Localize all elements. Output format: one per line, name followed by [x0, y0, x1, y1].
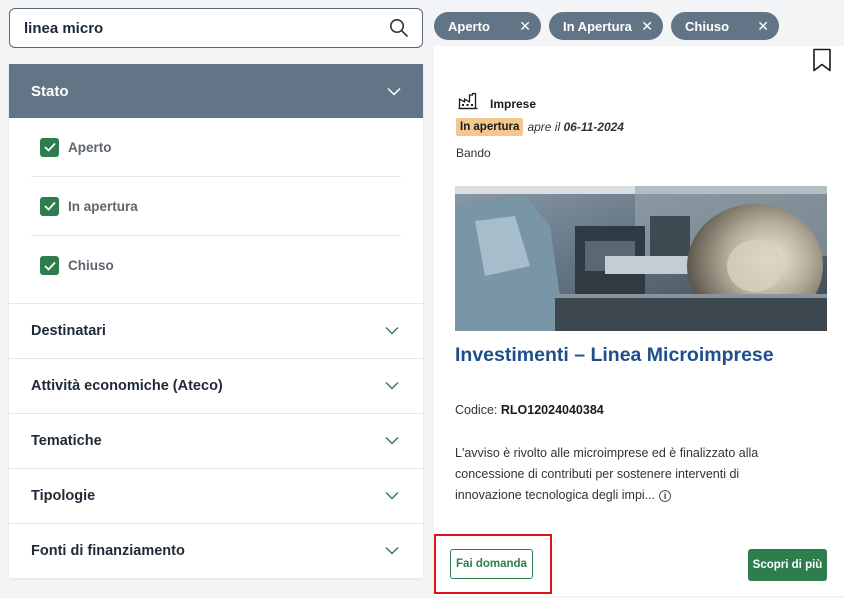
card-category: Imprese [458, 92, 536, 115]
opening-date: apre il 06-11-2024 [527, 120, 624, 134]
chip-label: Aperto [448, 18, 490, 34]
accordion-attivita-economiche[interactable]: Attività economiche (Ateco) [9, 358, 423, 413]
status-badge: In apertura [456, 118, 524, 136]
result-card: Imprese In apertura apre il 06-11-2024 B… [434, 46, 844, 596]
accordion-destinatari[interactable]: Destinatari [9, 303, 423, 358]
opening-date-prefix: apre il [527, 120, 561, 134]
card-code-value: RLO12024040384 [500, 403, 604, 417]
checkbox-checked-icon[interactable] [40, 196, 59, 216]
chevron-down-icon [385, 322, 399, 340]
accordion-stato-label: Stato [31, 82, 69, 100]
opening-date-value: 06-11-2024 [563, 120, 624, 134]
info-icon[interactable]: i [659, 489, 672, 502]
filter-panel: Stato Aperto In apertura Chiuso Destinat… [9, 64, 423, 578]
chevron-down-icon [385, 432, 399, 450]
card-status-line: In apertura apre il 06-11-2024 [456, 118, 624, 136]
stato-option-label: In apertura [68, 198, 138, 214]
chip-chiuso[interactable]: Chiuso ✕ [671, 12, 779, 40]
card-description-text: L'avviso è rivolto alle microimprese ed … [455, 446, 759, 502]
card-type: Bando [456, 146, 491, 160]
stato-option-label: Chiuso [68, 258, 114, 273]
chip-aperto[interactable]: Aperto ✕ [434, 12, 541, 40]
stato-option-chiuso[interactable]: Chiuso [31, 236, 401, 295]
close-icon[interactable]: ✕ [641, 18, 653, 35]
card-description: L'avviso è rivolto alle microimprese ed … [455, 443, 800, 506]
factory-icon [458, 92, 478, 115]
checkbox-checked-icon[interactable] [40, 137, 59, 157]
search-icon[interactable] [386, 15, 412, 41]
chevron-down-icon [385, 542, 399, 560]
card-title[interactable]: Investimenti – Linea Microimprese [455, 344, 774, 367]
close-icon[interactable]: ✕ [757, 18, 769, 35]
accordion-stato-header[interactable]: Stato [9, 64, 423, 118]
accordion-tematiche[interactable]: Tematiche [9, 413, 423, 468]
chevron-up-icon [387, 83, 401, 100]
stato-option-aperto[interactable]: Aperto [31, 118, 401, 177]
card-code: Codice: RLO12024040384 [455, 403, 604, 417]
stato-option-label: Aperto [68, 139, 112, 155]
checkbox-checked-icon[interactable] [40, 256, 59, 275]
accordion-label: Destinatari [31, 323, 106, 339]
chevron-down-icon [385, 377, 399, 395]
active-filter-chips: Aperto ✕ In Apertura ✕ Chiuso ✕ [434, 12, 779, 40]
chevron-down-icon [385, 487, 399, 505]
stato-option-in-apertura[interactable]: In apertura [31, 177, 401, 236]
chip-label: In Apertura [563, 18, 632, 34]
bookmark-icon[interactable] [812, 48, 832, 77]
chip-label: Chiuso [685, 18, 730, 34]
accordion-label: Tematiche [31, 433, 102, 449]
apply-button[interactable]: Fai domanda [450, 549, 533, 579]
card-code-label: Codice: [455, 403, 498, 417]
accordion-label: Tipologie [31, 488, 96, 504]
search-input[interactable] [24, 19, 386, 37]
accordion-label: Attività economiche (Ateco) [31, 378, 223, 394]
accordion-label: Fonti di finanziamento [31, 543, 185, 559]
card-category-label: Imprese [490, 96, 537, 111]
chip-in-apertura[interactable]: In Apertura ✕ [549, 12, 663, 40]
search-box [9, 8, 423, 48]
close-icon[interactable]: ✕ [519, 18, 531, 35]
stato-options: Aperto In apertura Chiuso [9, 118, 423, 303]
card-image [455, 186, 827, 331]
accordion-fonti-finanziamento[interactable]: Fonti di finanziamento [9, 523, 423, 578]
accordion-tipologie[interactable]: Tipologie [9, 468, 423, 523]
learn-more-button[interactable]: Scopri di più [748, 549, 827, 581]
